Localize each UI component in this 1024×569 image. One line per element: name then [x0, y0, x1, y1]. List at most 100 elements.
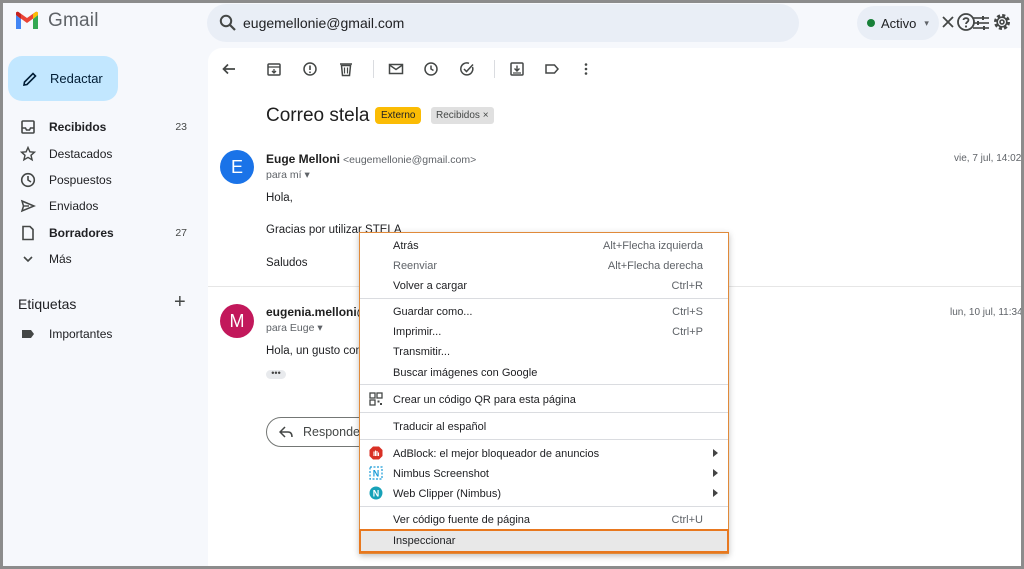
menu-divider [360, 412, 728, 413]
menu-item-forward[interactable]: Reenviar Alt+Flecha derecha [360, 256, 728, 276]
external-badge: Externo [375, 107, 422, 124]
toolbar-divider [494, 60, 495, 78]
compose-label: Redactar [50, 71, 103, 86]
sidebar-item-enviados[interactable]: Enviados [0, 193, 200, 219]
delete-icon[interactable] [338, 61, 354, 77]
gmail-logo[interactable]: Gmail [14, 10, 99, 32]
nimbus-screenshot-icon: N [369, 466, 383, 480]
message-date: vie, 7 jul, 14:02 [954, 153, 1022, 164]
avatar[interactable]: M [220, 304, 254, 338]
sidebar-item-importantes[interactable]: Importantes [0, 321, 200, 347]
chevron-down-icon: ▾ [304, 169, 310, 181]
label-icon[interactable] [544, 61, 560, 77]
back-arrow-icon[interactable] [221, 61, 237, 77]
menu-item-shortcut: Ctrl+R [671, 280, 703, 292]
add-task-icon[interactable] [459, 61, 475, 77]
menu-item-label: Inspeccionar [393, 535, 456, 547]
menu-item-label: Volver a cargar [393, 280, 467, 292]
menu-item-view-source[interactable]: Ver código fuente de página Ctrl+U [360, 510, 728, 530]
menu-item-label: Imprimir... [393, 326, 442, 338]
sidebar-item-borradores[interactable]: Borradores 27 [0, 220, 200, 246]
menu-item-print[interactable]: Imprimir... Ctrl+P [360, 322, 728, 342]
sidebar-item-label: Destacados [49, 147, 113, 161]
reply-label: Responder [303, 425, 365, 439]
move-to-icon[interactable] [509, 61, 525, 77]
search-input[interactable]: eugemellonie@gmail.com [243, 15, 404, 31]
add-label-button[interactable]: + [174, 291, 186, 314]
menu-item-label: Guardar como... [393, 306, 473, 318]
unread-count: 23 [175, 121, 187, 133]
menu-item-label: Nimbus Screenshot [393, 468, 489, 480]
avatar[interactable]: E [220, 150, 254, 184]
menu-item-adblock[interactable]: AdBlock: el mejor bloqueador de anuncios [360, 444, 728, 464]
message-body-line: Saludos [266, 257, 308, 269]
star-icon [20, 146, 36, 162]
menu-item-inspect[interactable]: Inspeccionar [359, 529, 729, 553]
menu-item-label: Atrás [393, 240, 419, 252]
search-icon[interactable] [219, 14, 237, 32]
submenu-arrow-icon [713, 469, 718, 477]
menu-item-label: Crear un código QR para esta página [393, 394, 576, 406]
sidebar-item-pospuestos[interactable]: Pospuestos [0, 167, 200, 193]
menu-item-web-clipper[interactable]: N Web Clipper (Nimbus) [360, 484, 728, 504]
status-label: Activo [881, 15, 917, 31]
menu-item-label: Ver código fuente de página [393, 514, 531, 526]
menu-item-search-images[interactable]: Buscar imágenes con Google [360, 363, 728, 383]
menu-divider [360, 439, 728, 440]
help-icon[interactable] [956, 12, 976, 32]
sidebar-item-label: Enviados [49, 199, 99, 213]
status-selector[interactable]: Activo ▾ [857, 6, 939, 40]
qr-code-icon [369, 392, 383, 406]
sidebar-item-destacados[interactable]: Destacados [0, 141, 200, 167]
snooze-icon[interactable] [423, 61, 439, 77]
menu-item-save-as[interactable]: Guardar como... Ctrl+S [360, 302, 728, 322]
show-trimmed-content-button[interactable]: ••• [266, 369, 286, 379]
menu-item-back[interactable]: Atrás Alt+Flecha izquierda [360, 236, 728, 256]
more-vert-icon[interactable] [578, 61, 594, 77]
close-icon[interactable] [939, 13, 957, 31]
sidebar-item-mas[interactable]: Más [0, 246, 200, 272]
mark-unread-icon[interactable] [388, 61, 404, 77]
recipient-toggle[interactable]: para Euge ▾ [266, 322, 323, 334]
menu-item-translate[interactable]: Traducir al español [360, 417, 728, 437]
chevron-down-icon: ▾ [317, 322, 323, 334]
chevron-down-icon: ▾ [924, 17, 929, 28]
sidebar-item-label: Pospuestos [49, 173, 112, 187]
menu-item-label: Reenviar [393, 260, 438, 272]
sender-email: <eugemellonie@gmail.com> [343, 154, 477, 166]
svg-text:N: N [373, 489, 380, 499]
report-spam-icon[interactable] [302, 61, 318, 77]
gmail-m-icon [16, 11, 38, 29]
email-subject: Correo stela [266, 105, 370, 126]
recipient-text: para mí [266, 169, 302, 181]
archive-icon[interactable] [266, 61, 282, 77]
context-menu: Atrás Alt+Flecha izquierda Reenviar Alt+… [359, 232, 729, 554]
inbox-label-chip[interactable]: Recibidos × [431, 107, 494, 124]
menu-item-qr-code[interactable]: Crear un código QR para esta página [360, 390, 728, 410]
adblock-icon [369, 446, 383, 460]
send-icon [20, 199, 36, 213]
search-bar[interactable]: eugemellonie@gmail.com [207, 4, 989, 42]
menu-item-nimbus-screenshot[interactable]: N Nimbus Screenshot [360, 464, 728, 484]
inbox-label-text: Recibidos [436, 110, 480, 121]
remove-label-icon[interactable]: × [483, 110, 489, 121]
menu-item-reload[interactable]: Volver a cargar Ctrl+R [360, 276, 728, 296]
sender-name[interactable]: Euge Melloni <eugemellonie@gmail.com> [266, 152, 476, 166]
draft-icon [22, 225, 34, 241]
menu-item-label: Web Clipper (Nimbus) [393, 488, 501, 500]
menu-item-label: Buscar imágenes con Google [393, 367, 538, 379]
compose-button[interactable]: Redactar [8, 56, 118, 101]
sidebar-item-recibidos[interactable]: Recibidos 23 [0, 114, 200, 140]
clock-icon [20, 172, 36, 188]
inbox-icon [21, 120, 35, 134]
label-important-icon [22, 330, 34, 338]
sender-name-text: Euge Melloni [266, 152, 341, 166]
sidebar-item-label: Borradores [49, 226, 114, 240]
gear-icon[interactable] [992, 12, 1012, 32]
recipient-toggle[interactable]: para mí ▾ [266, 169, 310, 181]
submenu-arrow-icon [713, 449, 718, 457]
menu-item-cast[interactable]: Transmitir... [360, 342, 728, 362]
toolbar-divider [373, 60, 374, 78]
reply-icon [279, 426, 293, 438]
sender-name[interactable]: eugenia.melloni@ [266, 305, 368, 319]
